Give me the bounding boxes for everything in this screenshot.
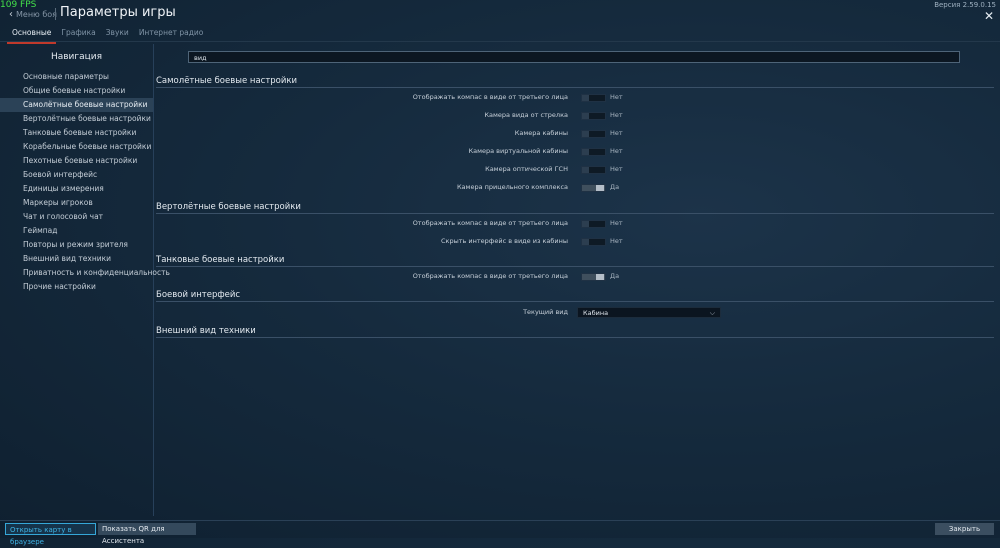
toggle-knob — [582, 131, 589, 137]
setting-row: Отображать компас в виде от третьего лиц… — [156, 270, 994, 284]
nav-item-combat-interface[interactable]: Боевой интерфейс — [0, 168, 153, 182]
setting-row: Камера виртуальной кабины Нет — [156, 145, 994, 159]
navigation-list: Основные параметры Общие боевые настройк… — [0, 70, 170, 294]
toggle-value: Нет — [610, 129, 623, 137]
page-title: Параметры игры — [60, 5, 176, 20]
section-divider — [156, 266, 994, 267]
section-title-combat-interface: Боевой интерфейс — [156, 290, 241, 300]
toggle-value: Нет — [610, 111, 623, 119]
navigation-heading: Навигация — [50, 52, 103, 62]
toggle-switch[interactable] — [581, 112, 606, 120]
select-value: Кабина — [583, 309, 609, 317]
setting-row: Камера вида от стрелка Нет — [156, 109, 994, 123]
nav-item-general[interactable]: Основные параметры — [0, 70, 153, 84]
toggle-switch[interactable] — [581, 220, 606, 228]
nav-item-units[interactable]: Единицы измерения — [0, 182, 153, 196]
back-button[interactable]: ‹ Меню боя — [9, 9, 57, 20]
header-divider — [55, 8, 56, 20]
section-title-aircraft: Самолётные боевые настройки — [156, 76, 298, 86]
setting-label: Камера оптической ГСН — [485, 165, 568, 173]
toggle-knob — [582, 95, 589, 101]
footer-divider — [0, 520, 1000, 521]
chevron-down-icon: ⌵ — [709, 309, 715, 317]
setting-row: Текущий вид Кабина ⌵ — [156, 306, 994, 320]
setting-row: Камера оптической ГСН Нет — [156, 163, 994, 177]
section-divider — [156, 337, 994, 338]
toggle-knob — [596, 274, 604, 280]
setting-label: Камера кабины — [514, 129, 568, 137]
setting-label: Отображать компас в виде от третьего лиц… — [412, 272, 568, 280]
tab-underline — [0, 41, 1000, 42]
setting-row: Отображать компас в виде от третьего лиц… — [156, 217, 994, 231]
toggle-value: Да — [610, 272, 620, 280]
section-title-helicopter: Вертолётные боевые настройки — [156, 202, 301, 212]
version-label: Версия 2.59.0.15 — [934, 1, 996, 9]
nav-item-infantry[interactable]: Пехотные боевые настройки — [0, 154, 153, 168]
toggle-knob — [596, 185, 604, 191]
section-title-tank: Танковые боевые настройки — [156, 255, 285, 265]
nav-item-tank[interactable]: Танковые боевые настройки — [0, 126, 153, 140]
setting-label: Текущий вид — [523, 308, 568, 316]
setting-label: Скрыть интерфейс в виде из кабины — [441, 237, 568, 245]
toggle-value: Нет — [610, 93, 623, 101]
close-button[interactable]: Закрыть — [935, 523, 994, 535]
nav-item-chat[interactable]: Чат и голосовой чат — [0, 210, 153, 224]
toggle-knob — [582, 149, 589, 155]
setting-row: Камера кабины Нет — [156, 127, 994, 141]
setting-label: Камера прицельного комплекса — [456, 183, 568, 191]
toggle-value: Нет — [610, 219, 623, 227]
nav-item-aircraft[interactable]: Самолётные боевые настройки — [0, 98, 153, 112]
nav-item-gamepad[interactable]: Геймпад — [0, 224, 153, 238]
setting-label: Отображать компас в виде от третьего лиц… — [412, 93, 568, 101]
current-view-select[interactable]: Кабина ⌵ — [577, 307, 721, 318]
toggle-switch[interactable] — [581, 148, 606, 156]
toggle-switch[interactable] — [581, 238, 606, 246]
toggle-knob — [582, 113, 589, 119]
toggle-knob — [582, 167, 589, 173]
search-input[interactable]: вид — [188, 51, 960, 63]
section-divider — [156, 301, 994, 302]
nav-item-ship[interactable]: Корабельные боевые настройки — [0, 140, 153, 154]
toggle-switch[interactable] — [581, 184, 606, 192]
open-map-button[interactable]: Открыть карту в браузере — [5, 523, 96, 546]
nav-item-replays[interactable]: Повторы и режим зрителя — [0, 238, 153, 252]
setting-label: Камера вида от стрелка — [484, 111, 568, 119]
back-label: Меню боя — [16, 10, 57, 19]
nav-item-player-markers[interactable]: Маркеры игроков — [0, 196, 153, 210]
setting-row: Скрыть интерфейс в виде из кабины Нет — [156, 235, 994, 249]
chevron-left-icon: ‹ — [9, 9, 13, 20]
toggle-value: Нет — [610, 237, 623, 245]
toggle-switch[interactable] — [581, 130, 606, 138]
section-divider — [156, 87, 994, 88]
nav-item-common-combat[interactable]: Общие боевые настройки — [0, 84, 153, 98]
toggle-knob — [582, 239, 589, 245]
toggle-value: Да — [610, 183, 620, 191]
setting-label: Камера виртуальной кабины — [468, 147, 569, 155]
nav-item-other[interactable]: Прочие настройки — [0, 280, 153, 294]
close-icon[interactable]: ✕ — [984, 9, 994, 23]
toggle-switch[interactable] — [581, 166, 606, 174]
nav-item-helicopter[interactable]: Вертолётные боевые настройки — [0, 112, 153, 126]
toggle-knob — [582, 221, 589, 227]
toggle-switch[interactable] — [581, 273, 606, 281]
setting-row: Отображать компас в виде от третьего лиц… — [156, 91, 994, 105]
nav-item-privacy[interactable]: Приватность и конфиденциальность — [0, 266, 170, 280]
section-divider — [156, 213, 994, 214]
toggle-switch[interactable] — [581, 94, 606, 102]
show-qr-button[interactable]: Показать QR для Ассистента — [98, 523, 196, 545]
setting-row: Камера прицельного комплекса Да — [156, 181, 994, 195]
section-title-vehicle-appearance: Внешний вид техники — [156, 326, 256, 336]
toggle-value: Нет — [610, 165, 623, 173]
nav-item-vehicle-appearance[interactable]: Внешний вид техники — [0, 252, 153, 266]
navigation-panel: Навигация Основные параметры Общие боевы… — [0, 44, 170, 516]
toggle-value: Нет — [610, 147, 623, 155]
setting-label: Отображать компас в виде от третьего лиц… — [412, 219, 568, 227]
